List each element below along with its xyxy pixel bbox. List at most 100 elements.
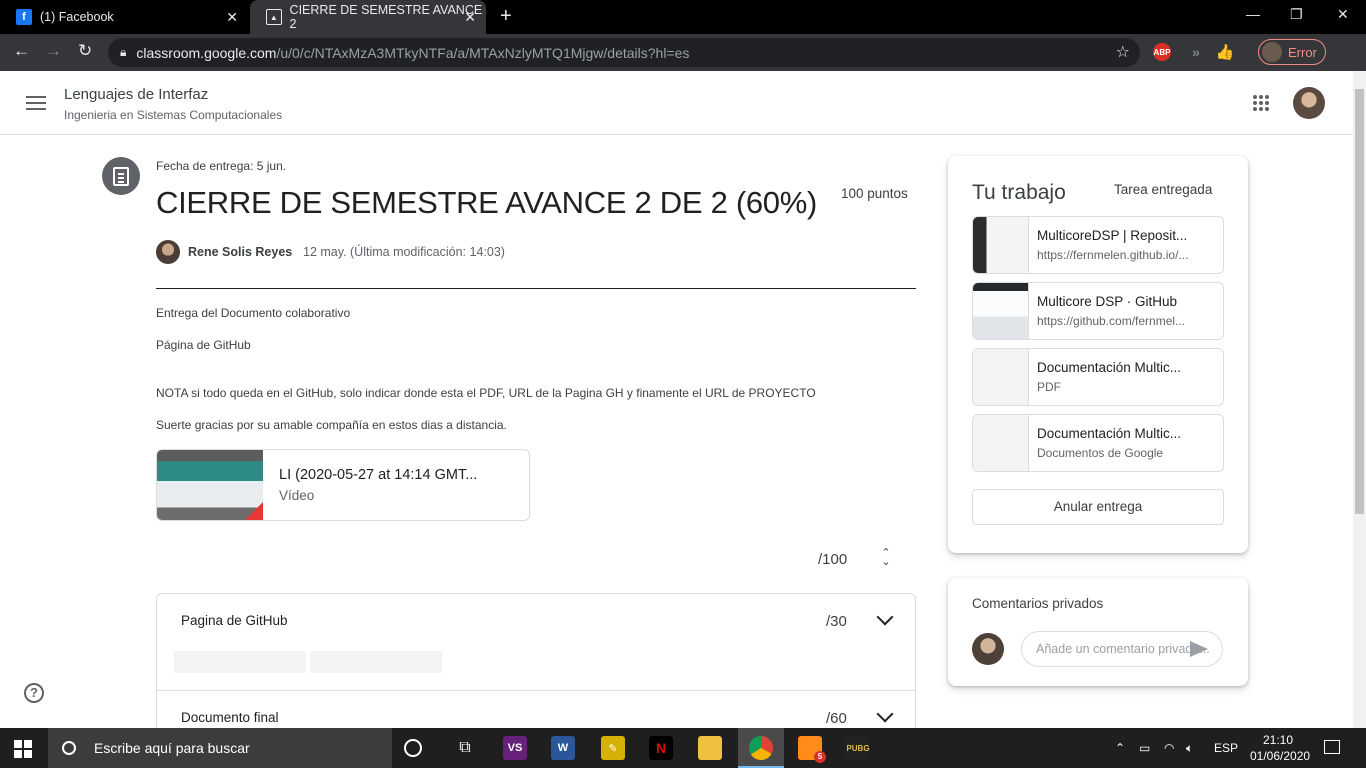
minimize-icon[interactable]: — xyxy=(1246,6,1260,22)
tab-facebook[interactable]: f (1) Facebook ✕ xyxy=(0,0,248,34)
rubric-criterion: Pagina de GitHub xyxy=(181,613,288,628)
work-item-type: Documentos de Google xyxy=(1037,446,1164,460)
battery-icon[interactable]: ▭ xyxy=(1139,741,1150,755)
rubric-score: /30 xyxy=(826,613,847,630)
avatar xyxy=(972,633,1004,665)
work-item-name: Documentación Multic... xyxy=(1037,360,1182,375)
lock-icon: 🔒︎ xyxy=(120,45,127,59)
windows-taskbar: Escribe aquí para buscar ⧉ VS W ✎ N 5 PU… xyxy=(0,728,1366,768)
new-tab-button[interactable]: + xyxy=(500,5,512,28)
classroom-icon: ▲ xyxy=(266,9,282,25)
work-item-name: Documentación Multic... xyxy=(1037,426,1182,441)
work-item-link[interactable]: Multicore DSP · GitHub https://github.co… xyxy=(972,282,1224,340)
adblock-icon[interactable]: ABP xyxy=(1153,43,1171,61)
restore-icon[interactable]: ❐ xyxy=(1290,6,1303,23)
close-window-icon[interactable]: ✕ xyxy=(1337,6,1349,23)
work-item-file[interactable]: Documentación Multic... Documentos de Go… xyxy=(972,414,1224,472)
help-icon[interactable]: ? xyxy=(24,683,44,703)
app-icon[interactable]: ✎ xyxy=(601,736,625,760)
tab-label: CIERRE DE SEMESTRE AVANCE 2 xyxy=(289,3,483,31)
work-item-file[interactable]: Documentación Multic... PDF xyxy=(972,348,1224,406)
notification-badge: 5 xyxy=(814,751,826,763)
tab-label: (1) Facebook xyxy=(40,10,114,24)
your-work-title: Tu trabajo xyxy=(972,181,1066,204)
address-bar[interactable]: 🔒︎ classroom.google.com/u/0/c/NTAxMzA3MT… xyxy=(108,38,1140,67)
back-arrow-icon[interactable]: ← xyxy=(13,41,30,61)
file-explorer-icon[interactable] xyxy=(698,736,722,760)
apps-grid-icon[interactable] xyxy=(1253,95,1269,111)
input-language[interactable]: ESP xyxy=(1214,741,1238,755)
chevron-down-icon[interactable] xyxy=(876,705,894,723)
netflix-icon[interactable]: N xyxy=(649,736,673,760)
unsubmit-button[interactable]: Anular entrega xyxy=(972,489,1224,525)
rubric-score: /60 xyxy=(826,710,847,727)
description-line: NOTA si todo queda en el GitHub, solo in… xyxy=(156,386,816,400)
chevron-down-icon[interactable] xyxy=(876,608,894,626)
points-label: 100 puntos xyxy=(841,186,908,201)
rubric-criterion: Documento final xyxy=(181,710,279,725)
taskbar-search-box[interactable]: Escribe aquí para buscar xyxy=(48,728,392,768)
assignment-icon xyxy=(102,157,140,195)
url-text[interactable]: classroom.google.com/u/0/c/NTAxMzA3MTkyN… xyxy=(136,45,689,61)
thumbs-up-icon[interactable]: 👍 xyxy=(1216,43,1235,61)
video-attachment[interactable]: LI (2020-05-27 at 14:14 GMT... Vídeo xyxy=(156,449,530,521)
work-item-url: https://github.com/fernmel... xyxy=(1037,314,1186,328)
word-icon[interactable]: W xyxy=(551,736,575,760)
chevron-up-icon[interactable]: ⌃ xyxy=(1115,741,1125,755)
windows-start-icon[interactable] xyxy=(14,740,32,758)
course-subtitle: Ingenieria en Sistemas Computacionales xyxy=(64,108,283,122)
bookmark-star-icon[interactable]: ☆ xyxy=(1116,42,1130,62)
description-line: Página de GitHub xyxy=(156,338,251,352)
wifi-icon[interactable]: ◠ xyxy=(1164,741,1174,755)
taskbar-clock[interactable]: 21:10 01/06/2020 xyxy=(1250,732,1311,764)
close-icon[interactable]: ✕ xyxy=(226,9,238,26)
tab-classroom[interactable]: ▲ CIERRE DE SEMESTRE AVANCE 2 ✕ xyxy=(250,0,486,34)
close-icon[interactable]: ✕ xyxy=(464,9,476,26)
submission-status: Tarea entregada xyxy=(1114,182,1213,197)
extension-overflow-icon[interactable]: » xyxy=(1187,43,1205,61)
page-scrollbar[interactable] xyxy=(1353,71,1366,728)
expand-collapse-icon[interactable]: ⌃ ⌄ xyxy=(880,548,892,569)
work-item-name: Multicore DSP · GitHub xyxy=(1037,294,1178,309)
visual-studio-icon[interactable]: VS xyxy=(503,736,527,760)
task-view-icon[interactable]: ⧉ xyxy=(453,736,477,760)
volume-icon[interactable]: 🔈︎ xyxy=(1186,741,1193,756)
assignment-title: CIERRE DE SEMESTRE AVANCE 2 DE 2 (60%) xyxy=(156,185,818,220)
cortana-icon[interactable] xyxy=(404,739,422,757)
divider xyxy=(156,288,916,289)
pubg-icon[interactable]: PUBG xyxy=(846,736,870,760)
work-item-link[interactable]: MulticoreDSP | Reposit... https://fernme… xyxy=(972,216,1224,274)
attachment-name: LI (2020-05-27 at 14:14 GMT... xyxy=(279,467,478,483)
course-title[interactable]: Lenguajes de Interfaz xyxy=(64,86,208,103)
discord-icon[interactable]: 5 xyxy=(798,736,826,763)
clock-date: 01/06/2020 xyxy=(1250,749,1311,763)
notifications-icon[interactable] xyxy=(1324,740,1340,754)
account-avatar[interactable] xyxy=(1293,87,1325,119)
classroom-page: Lenguajes de Interfaz Ingenieria en Sist… xyxy=(0,71,1353,728)
menu-icon[interactable] xyxy=(26,96,46,110)
chrome-icon xyxy=(749,736,773,760)
work-item-name: MulticoreDSP | Reposit... xyxy=(1037,228,1188,243)
rubric: Pagina de GitHub /30 Documento final /60 xyxy=(156,593,916,728)
taskbar-search-placeholder: Escribe aquí para buscar xyxy=(94,740,250,756)
clock-time: 21:10 xyxy=(1262,733,1294,747)
facebook-icon: f xyxy=(16,9,32,25)
app-header: Lenguajes de Interfaz Ingenieria en Sist… xyxy=(0,71,1353,135)
reload-icon[interactable]: ↻ xyxy=(78,41,92,61)
browser-toolbar: ← → ↻ 🔒︎ classroom.google.com/u/0/c/NTAx… xyxy=(0,34,1366,71)
work-item-url: https://fernmelen.github.io/... xyxy=(1037,248,1189,262)
scrollbar-thumb[interactable] xyxy=(1355,89,1364,514)
profile-error-button[interactable]: Error xyxy=(1258,39,1326,65)
rubric-level-placeholder xyxy=(310,651,442,673)
browser-tab-strip: f (1) Facebook ✕ ▲ CIERRE DE SEMESTRE AV… xyxy=(0,0,1366,34)
send-icon[interactable] xyxy=(1190,641,1208,657)
due-date: Fecha de entrega: 5 jun. xyxy=(156,159,287,173)
chrome-taskbar-button[interactable] xyxy=(738,728,784,768)
author-name: Rene Solis Reyes xyxy=(188,245,293,259)
work-item-type: PDF xyxy=(1037,380,1061,394)
private-comments-title: Comentarios privados xyxy=(972,596,1104,611)
forward-arrow-icon[interactable]: → xyxy=(45,41,62,61)
divider xyxy=(157,690,915,691)
your-work-card: Tu trabajo Tarea entregada MulticoreDSP … xyxy=(948,156,1248,553)
attachment-type: Vídeo xyxy=(279,488,315,503)
